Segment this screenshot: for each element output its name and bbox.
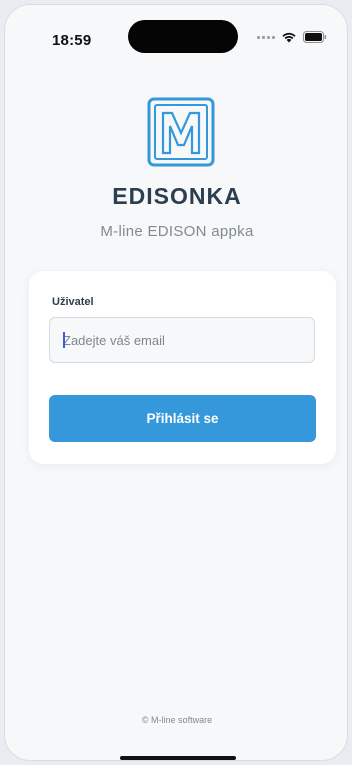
- text-cursor: [63, 332, 65, 348]
- signal-dots-icon: [257, 35, 275, 39]
- app-title: EDISONKA: [112, 183, 242, 209]
- phone-screen: 18:59 EDISONKA M-line EDISON appka Uživa…: [4, 4, 348, 761]
- dynamic-island: [128, 20, 238, 53]
- footer-copyright: © M-line software: [141, 715, 213, 725]
- login-button[interactable]: Přihlásit se: [49, 395, 316, 442]
- app-subtitle: M-line EDISON appka: [100, 223, 254, 240]
- battery-icon: [303, 31, 327, 43]
- m-line-logo-icon: [147, 97, 215, 167]
- email-input[interactable]: [49, 317, 315, 363]
- status-icons: [257, 31, 327, 43]
- home-indicator[interactable]: [120, 756, 236, 760]
- wifi-icon: [282, 32, 296, 43]
- user-label: Uživatel: [52, 296, 94, 308]
- login-card: Uživatel Přihlásit se: [29, 271, 336, 464]
- status-time: 18:59: [52, 32, 92, 49]
